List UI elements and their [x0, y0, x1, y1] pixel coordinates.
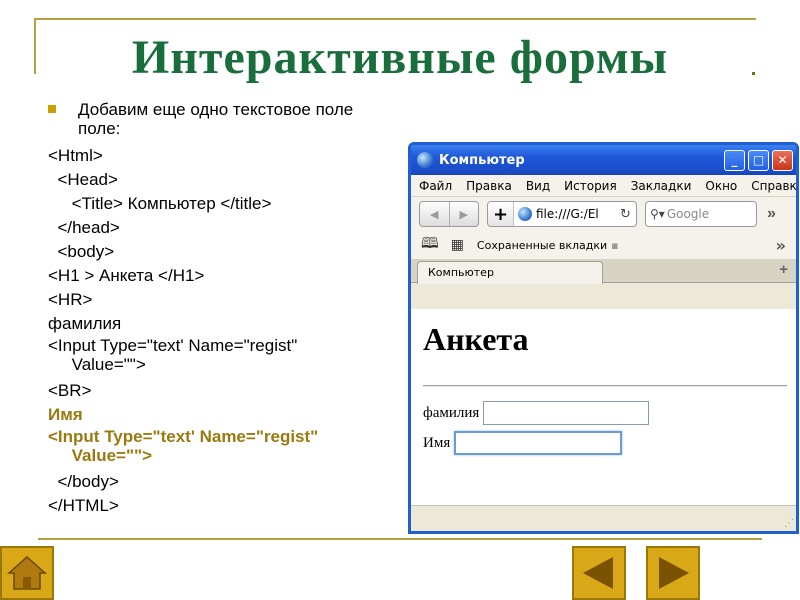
- maximize-button[interactable]: □: [748, 149, 769, 171]
- code-line: </head>: [48, 218, 120, 237]
- close-button[interactable]: ✕: [772, 149, 793, 171]
- arrow-left-icon: [583, 557, 613, 589]
- menu-item-history[interactable]: История: [564, 179, 617, 193]
- url-text[interactable]: file:///G:/El: [536, 207, 620, 221]
- globe-icon: [417, 152, 433, 168]
- code-line: <Input Type="text' Name="regist": [48, 336, 298, 355]
- status-bar: ⋰: [411, 505, 796, 531]
- address-bar[interactable]: + file:///G:/El ↻: [487, 201, 637, 227]
- code-line-highlight: Value="">: [48, 446, 153, 465]
- frame-top-line: [34, 18, 756, 20]
- search-input[interactable]: ⚲▾ Google: [645, 201, 757, 227]
- plus-icon[interactable]: +: [488, 202, 514, 226]
- tab-bar: Компьютер +: [411, 259, 796, 284]
- menu-item-window[interactable]: Окно: [705, 179, 737, 193]
- name-label: Имя: [423, 434, 451, 451]
- bookmarks-label-text: Сохраненные вкладки: [476, 238, 608, 252]
- arrow-right-icon: [659, 557, 689, 589]
- menu-item-bookmarks[interactable]: Закладки: [631, 179, 692, 193]
- name-input[interactable]: [454, 431, 623, 455]
- menu-bar: Файл Правка Вид История Закладки Окно Сп…: [411, 175, 796, 197]
- tab-computer[interactable]: Компьютер: [417, 261, 603, 284]
- code-line: Value="">: [48, 355, 146, 374]
- navigation-toolbar: ◀ ▶ + file:///G:/El ↻ ⚲▾ Google »: [411, 197, 796, 231]
- code-line: фамилия: [48, 314, 122, 333]
- code-line-highlight: Имя: [48, 405, 83, 424]
- slide-title: Интерактивные формы: [131, 31, 669, 84]
- code-line: <Title> Компьютер </title>: [48, 194, 272, 213]
- code-line: </HTML>: [48, 496, 119, 515]
- form-row-name: Имя: [423, 431, 623, 455]
- surname-input[interactable]: [483, 401, 650, 425]
- previous-button[interactable]: [572, 546, 626, 600]
- chevron-right-icon[interactable]: »: [767, 205, 776, 223]
- form-row-surname: фамилия: [423, 401, 650, 425]
- bullet-marker: [48, 105, 56, 113]
- chevron-right-icon[interactable]: »: [776, 236, 786, 255]
- page-heading: Анкета: [423, 321, 529, 357]
- code-line: <BR>: [48, 381, 92, 400]
- grid-icon[interactable]: ▦: [451, 237, 464, 253]
- bullet-text: Добавим еще одно текстовое поле поле:: [78, 100, 354, 138]
- code-line: <body>: [48, 242, 115, 261]
- bookmarks-label[interactable]: Сохраненные вкладки ▪: [477, 239, 776, 252]
- menu-item-view[interactable]: Вид: [526, 179, 550, 193]
- browser-titlebar[interactable]: Компьютер _ □ ✕: [411, 145, 796, 175]
- minimize-button[interactable]: _: [724, 149, 745, 171]
- frame-bottom-line: [38, 538, 762, 540]
- reload-icon[interactable]: ↻: [620, 207, 636, 222]
- code-line-highlight: <Input Type="text' Name="regist": [48, 427, 319, 446]
- horizontal-rule: [423, 385, 787, 387]
- code-line: <Head>: [48, 170, 118, 189]
- menu-item-help[interactable]: Справка: [751, 179, 796, 193]
- back-forward-group: ◀ ▶: [419, 201, 479, 227]
- menu-item-file[interactable]: Файл: [419, 179, 452, 193]
- code-listing: <Html> <Head> <Title> Компьютер </title>…: [48, 144, 388, 518]
- home-button[interactable]: [0, 546, 54, 600]
- window-title: Компьютер: [439, 152, 525, 168]
- globe-icon: [518, 207, 532, 221]
- search-icon: ⚲▾: [650, 207, 665, 221]
- surname-label: фамилия: [423, 404, 480, 421]
- code-line: <Html>: [48, 146, 103, 165]
- book-icon[interactable]: 🕮: [421, 233, 439, 258]
- page-content: Анкета фамилия Имя: [411, 309, 796, 509]
- back-button[interactable]: ◀: [420, 202, 449, 226]
- code-line: <HR>: [48, 290, 93, 309]
- resize-grip-icon[interactable]: ⋰: [784, 518, 794, 529]
- search-placeholder: Google: [666, 207, 710, 221]
- next-button[interactable]: [646, 546, 700, 600]
- forward-button[interactable]: ▶: [448, 202, 479, 226]
- browser-window: Компьютер _ □ ✕ Файл Правка Вид История …: [408, 142, 799, 534]
- bookmarks-bar: 🕮 ▦ Сохраненные вкладки ▪ »: [411, 231, 796, 259]
- menu-item-edit[interactable]: Правка: [466, 179, 512, 193]
- bullet-point: Добавим еще одно текстовое поле поле:: [48, 100, 368, 138]
- new-tab-icon[interactable]: +: [779, 261, 788, 278]
- code-line: <H1 > Анкета </H1>: [48, 266, 205, 285]
- code-line: </body>: [48, 472, 119, 491]
- dropdown-marker-icon: ▪: [611, 238, 619, 252]
- home-icon: [7, 555, 47, 590]
